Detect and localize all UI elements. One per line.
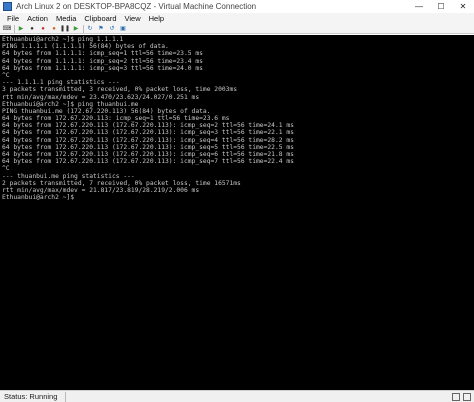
status-bar: Status: Running xyxy=(0,390,474,402)
toolbar-separator xyxy=(83,24,84,33)
status-text: Status: Running xyxy=(4,392,58,401)
terminal-line: Ethuanbui@arch2 ~]$ ping 1.1.1.1 xyxy=(2,36,124,43)
menu-help[interactable]: Help xyxy=(145,14,168,23)
lock-icon xyxy=(463,392,471,401)
shutdown-button[interactable]: ● xyxy=(39,25,47,33)
terminal-line: 64 bytes from 1.1.1.1: icmp_seq=2 ttl=56… xyxy=(2,57,203,65)
terminal-line: 64 bytes from 172.67.220.113 (172.67.220… xyxy=(2,143,294,151)
keyboard-icon xyxy=(452,392,460,401)
terminal-line: 64 bytes from 172.67.220.113 (172.67.220… xyxy=(2,136,294,144)
pause-button[interactable]: ❚❚ xyxy=(60,25,70,33)
menu-media[interactable]: Media xyxy=(52,14,80,23)
resume-button[interactable]: ▶ xyxy=(72,25,80,33)
minimize-button[interactable]: — xyxy=(408,0,430,13)
status-divider xyxy=(65,391,67,402)
toolbar: ⌨ ▶ ● ● ● ❚❚ ▶ ↻ ⚑ ↺ ▣ xyxy=(0,24,474,34)
turn-off-button[interactable]: ● xyxy=(28,25,36,33)
revert-button[interactable]: ↺ xyxy=(108,25,116,33)
terminal-line: 64 bytes from 172.67.220.113 (172.67.220… xyxy=(2,129,294,137)
menu-action[interactable]: Action xyxy=(23,14,52,23)
enhanced-session-button[interactable]: ▣ xyxy=(119,25,127,33)
terminal-line: --- thuanbui.me ping statistics --- xyxy=(2,172,135,180)
window-title: Arch Linux 2 on DESKTOP-BPA8CQZ - Virtua… xyxy=(16,2,257,11)
menu-view[interactable]: View xyxy=(121,14,145,23)
checkpoint-button[interactable]: ⚑ xyxy=(97,25,105,33)
menu-file[interactable]: File xyxy=(3,14,23,23)
menu-clipboard[interactable]: Clipboard xyxy=(80,14,120,23)
menu-bar: File Action Media Clipboard View Help xyxy=(0,13,474,24)
terminal-line: ^C xyxy=(2,71,10,79)
terminal-line: Ethuanbui@arch2 ~]$ ping thuanbui.me xyxy=(2,100,139,108)
close-button[interactable]: ✕ xyxy=(452,0,474,13)
terminal-line: ^C xyxy=(2,165,10,173)
maximize-button[interactable]: ☐ xyxy=(430,0,452,13)
reset-button[interactable]: ↻ xyxy=(86,25,94,33)
terminal-line: --- 1.1.1.1 ping statistics --- xyxy=(2,79,120,87)
terminal-line: 2 packets transmitted, 7 received, 0% pa… xyxy=(2,179,241,187)
terminal-line: 64 bytes from 172.67.220.113 (172.67.220… xyxy=(2,151,294,158)
ctrl-alt-del-button[interactable]: ⌨ xyxy=(3,25,12,33)
terminal-line: 64 bytes from 172.67.220.113 (172.67.220… xyxy=(2,158,294,166)
terminal-line: PING thuanbui.me (172.67.220.113) 56(84)… xyxy=(2,107,211,115)
terminal-line: PING 1.1.1.1 (1.1.1.1) 56(84) bytes of d… xyxy=(2,43,169,51)
toolbar-separator xyxy=(14,24,15,33)
terminal-line: 64 bytes from 172.67.220.113 (172.67.220… xyxy=(2,122,294,130)
status-indicators xyxy=(449,392,474,401)
terminal-line: 64 bytes from 1.1.1.1: icmp_seq=1 ttl=56… xyxy=(2,50,203,58)
window-controls: — ☐ ✕ xyxy=(408,0,474,13)
terminal-line: Ethuanbui@arch2 ~]$ xyxy=(2,194,75,202)
window-titlebar[interactable]: Arch Linux 2 on DESKTOP-BPA8CQZ - Virtua… xyxy=(0,0,474,13)
vm-connection-icon xyxy=(3,2,12,11)
start-button[interactable]: ▶ xyxy=(17,25,25,33)
terminal-line: rtt min/avg/max/mdev = 21.817/23.819/28.… xyxy=(2,186,200,194)
terminal-output: Ethuanbui@arch2 ~]$ ping 1.1.1.1 PING 1.1… xyxy=(0,35,474,201)
terminal-line: rtt min/avg/max/mdev = 23.470/23.623/24.… xyxy=(2,93,200,101)
terminal-line: 64 bytes from 1.1.1.1: icmp_seq=3 ttl=56… xyxy=(2,64,203,72)
terminal-line: 3 packets transmitted, 3 received, 0% pa… xyxy=(2,86,238,94)
vm-screen[interactable]: Ethuanbui@arch2 ~]$ ping 1.1.1.1 PING 1.1… xyxy=(0,35,474,390)
terminal-line: 64 bytes from 172.67.220.113: icmp_seq=1… xyxy=(2,115,230,123)
save-button[interactable]: ● xyxy=(50,25,58,33)
